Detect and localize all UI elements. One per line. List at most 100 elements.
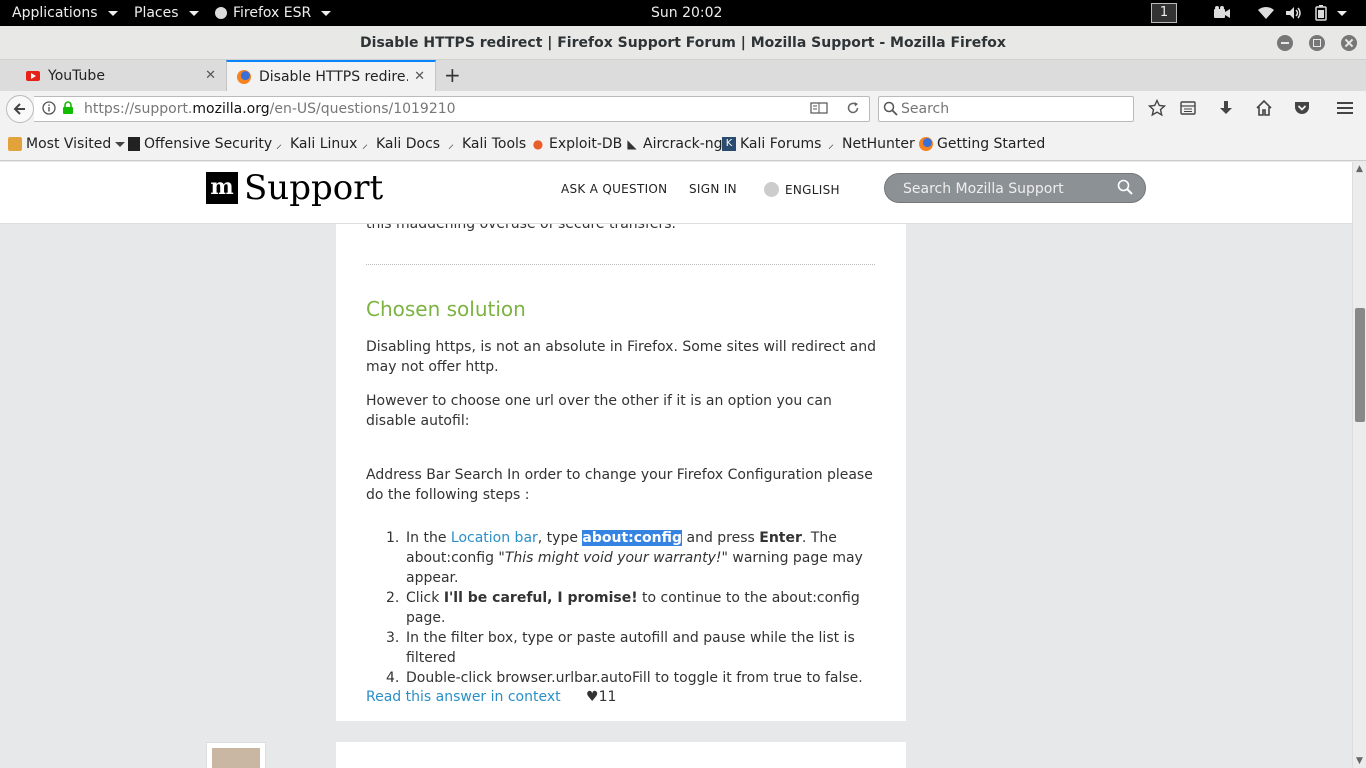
language-selector[interactable]: ENGLISH [764, 182, 840, 197]
home-icon[interactable] [1253, 99, 1275, 121]
read-answer-in-context-link[interactable]: Read this answer in context [366, 689, 561, 705]
volume-icon[interactable] [1285, 0, 1303, 26]
bookmark-aircrack[interactable]: ◣ Aircrack-ng [625, 127, 723, 161]
divider [366, 264, 875, 265]
chosen-solution-card: this maddening overuse of secure transfe… [336, 202, 906, 721]
vote-count: 11 [598, 689, 617, 705]
step-text: and press [682, 530, 760, 546]
chevron-down-icon [188, 10, 199, 16]
search-icon[interactable] [1117, 179, 1133, 199]
bookmark-kali-tools[interactable]: ⸝ Kali Tools [444, 127, 526, 161]
reload-icon[interactable] [846, 101, 860, 119]
location-bar-link[interactable]: Location bar [451, 530, 538, 546]
bookmark-label: Kali Forums [740, 136, 822, 152]
scroll-down-icon[interactable]: ▼ [1356, 756, 1363, 766]
window-title: Disable HTTPS redirect | Firefox Support… [360, 35, 1006, 51]
page-scrollbar[interactable]: ▲ ▼ [1352, 162, 1366, 768]
bookmark-label: NetHunter [842, 136, 915, 152]
places-menu[interactable]: Places [134, 0, 199, 26]
pocket-icon[interactable] [1291, 99, 1313, 121]
firefox-icon [237, 69, 251, 84]
heart-icon: ♥ [586, 689, 599, 705]
wifi-icon[interactable] [1257, 0, 1275, 26]
clock[interactable]: Sun 20:02 [651, 0, 722, 26]
battery-icon[interactable] [1315, 0, 1347, 26]
tab-disable-https[interactable]: Disable HTTPS redire… ✕ [226, 60, 436, 91]
close-tab-icon[interactable]: ✕ [205, 68, 216, 83]
step-text: , type [537, 530, 583, 546]
navigation-toolbar: https://support.mozilla.org/en-US/questi… [0, 91, 1366, 127]
tab-youtube[interactable]: YouTube ✕ [16, 60, 226, 91]
lock-icon[interactable] [62, 101, 74, 119]
chevron-down-icon [321, 10, 332, 16]
bookmark-getting-started[interactable]: Getting Started [919, 127, 1045, 161]
download-icon[interactable] [1215, 99, 1237, 121]
app-menu[interactable]: Firefox ESR [215, 0, 332, 26]
chevron-down-icon [115, 141, 126, 147]
tab-bar: YouTube ✕ Disable HTTPS redire… ✕ + [0, 60, 1366, 91]
info-icon[interactable] [42, 101, 56, 119]
firefox-app-icon [215, 7, 227, 19]
scroll-up-icon[interactable]: ▲ [1356, 164, 1363, 174]
chevron-down-icon [1337, 10, 1347, 16]
chevron-down-icon [107, 10, 118, 16]
youtube-icon [26, 70, 40, 81]
kali-icon: ⸝ [447, 137, 454, 151]
warning-text: This might void your warranty! [504, 550, 722, 566]
mozilla-logo-mark[interactable]: m [206, 172, 238, 204]
highlighted-code: about:config [582, 530, 683, 546]
support-search-box[interactable] [884, 173, 1146, 203]
step-text: In the filter box, type or paste autofil… [406, 630, 855, 666]
workspace-indicator[interactable]: 1 [1151, 3, 1177, 23]
key-name: Enter [759, 530, 802, 546]
search-box[interactable] [878, 96, 1134, 122]
bookmark-exploit-db[interactable]: ● Exploit-DB [531, 127, 623, 161]
bookmark-label: Getting Started [937, 136, 1046, 152]
bookmark-label: Aircrack-ng [643, 136, 723, 152]
scrollbar-thumb[interactable] [1355, 308, 1365, 422]
avatar[interactable] [206, 742, 266, 768]
bookmark-kali-linux[interactable]: ⸝ Kali Linux [272, 127, 357, 161]
chosen-solution-heading: Chosen solution [366, 297, 526, 321]
helpful-votes[interactable]: ♥11 [586, 689, 616, 705]
bookmark-offensive-security[interactable]: Offensive Security [128, 127, 272, 161]
page-content: m Support ASK A QUESTION SIGN IN ENGLISH… [0, 162, 1366, 768]
sign-in-link[interactable]: SIGN IN [689, 182, 737, 196]
list-item: 4. Double-click browser.urlbar.autoFill … [366, 668, 878, 688]
maximize-button[interactable] [1309, 35, 1325, 51]
minimize-button[interactable] [1277, 35, 1293, 51]
step-text: In the [406, 530, 451, 546]
bookmark-star-icon[interactable] [1146, 98, 1168, 121]
bookmark-kali-docs[interactable]: ⸝ Kali Docs [358, 127, 440, 161]
support-logo-text[interactable]: Support [244, 168, 383, 208]
step-text: Double-click browser.urlbar.autoFill to … [406, 670, 863, 686]
hamburger-menu-icon[interactable] [1334, 99, 1356, 121]
bookmark-label: Kali Linux [290, 136, 358, 152]
applications-menu[interactable]: Applications [12, 0, 118, 26]
app-name-label: Firefox ESR [233, 5, 312, 21]
solution-paragraph-1: Disabling https, is not an absolute in F… [366, 339, 876, 375]
aircrack-icon: ◣ [627, 137, 637, 151]
video-icon[interactable] [1213, 0, 1231, 26]
new-tab-button[interactable]: + [444, 64, 461, 86]
bookmark-kali-forums[interactable]: K Kali Forums [722, 127, 821, 161]
ask-question-link[interactable]: ASK A QUESTION [561, 182, 667, 196]
bookmark-label: Exploit-DB [549, 136, 623, 152]
kali-forums-icon: K [722, 137, 736, 151]
offsec-icon [128, 137, 140, 151]
bookmark-most-visited[interactable]: Most Visited [8, 127, 126, 161]
folder-icon [8, 137, 22, 151]
step-number: 1. [386, 530, 400, 546]
url-text[interactable]: https://support.mozilla.org/en-US/questi… [84, 97, 456, 121]
support-search-input[interactable] [903, 179, 1103, 199]
close-window-button[interactable] [1341, 35, 1357, 51]
list-item: 1. In the Location bar, type about:confi… [366, 528, 878, 588]
back-button[interactable] [6, 95, 34, 123]
close-tab-icon[interactable]: ✕ [414, 69, 425, 84]
url-bar[interactable]: https://support.mozilla.org/en-US/questi… [34, 96, 870, 122]
search-input[interactable] [901, 99, 1126, 119]
bookmark-nethunter[interactable]: ⸝ NetHunter [824, 127, 915, 161]
step-number: 4. [386, 670, 400, 686]
library-icon[interactable] [1177, 99, 1199, 121]
reader-view-icon[interactable] [810, 101, 828, 119]
